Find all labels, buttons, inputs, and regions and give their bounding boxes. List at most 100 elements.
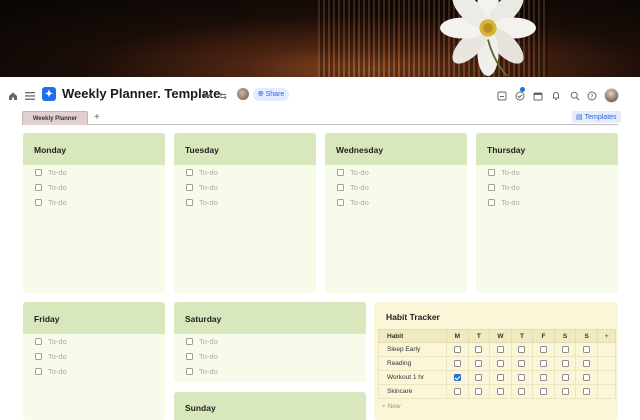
habit-checkbox[interactable] — [583, 359, 591, 367]
habit-checkbox[interactable] — [518, 387, 526, 395]
habit-checkbox[interactable] — [453, 373, 461, 381]
todo-checkbox[interactable] — [186, 338, 193, 345]
save-icon[interactable] — [495, 89, 509, 103]
todo-checkbox[interactable] — [35, 199, 42, 206]
habit-checkbox[interactable] — [583, 345, 591, 353]
new-row-button[interactable]: + New — [382, 403, 401, 410]
habit-checkbox[interactable] — [583, 387, 591, 395]
todo-item[interactable]: To-do — [174, 349, 366, 364]
habit-checkbox[interactable] — [496, 387, 504, 395]
todo-item[interactable]: To-do — [325, 180, 467, 195]
more-icon[interactable]: ••• — [200, 89, 214, 103]
user-avatar[interactable] — [604, 88, 619, 103]
todo-checkbox[interactable] — [337, 169, 344, 176]
todo-item[interactable]: To-do — [23, 195, 165, 210]
todo-text: To-do — [501, 198, 520, 207]
todo-text: To-do — [48, 352, 67, 361]
habit-cell — [510, 356, 534, 371]
todo-text: To-do — [48, 337, 67, 346]
habit-checkbox[interactable] — [561, 387, 569, 395]
todo-item[interactable]: To-do — [476, 180, 618, 195]
todo-item[interactable]: To-do — [174, 334, 366, 349]
habit-checkbox[interactable] — [518, 373, 526, 381]
todo-item[interactable]: To-do — [23, 349, 165, 364]
habit-checkbox[interactable] — [453, 345, 461, 353]
search-icon[interactable] — [568, 89, 582, 103]
todo-checkbox[interactable] — [337, 199, 344, 206]
habit-checkbox[interactable] — [583, 373, 591, 381]
todo-checkbox[interactable] — [186, 353, 193, 360]
habit-row: Workout 1 hr — [378, 370, 616, 385]
home-icon[interactable] — [6, 89, 20, 103]
habit-checkbox[interactable] — [540, 345, 548, 353]
habit-checkbox[interactable] — [453, 387, 461, 395]
add-column-icon[interactable]: + — [597, 329, 616, 343]
todo-checkbox[interactable] — [488, 199, 495, 206]
todo-checkbox[interactable] — [488, 184, 495, 191]
habit-checkbox[interactable] — [518, 359, 526, 367]
habit-checkbox[interactable] — [540, 359, 548, 367]
todo-checkbox[interactable] — [488, 169, 495, 176]
day-title: Tuesday — [174, 133, 316, 165]
habit-row: Sleep Early — [378, 342, 616, 357]
todo-checkbox[interactable] — [186, 368, 193, 375]
todo-checkbox[interactable] — [186, 169, 193, 176]
todo-item[interactable]: To-do — [476, 195, 618, 210]
todo-item[interactable]: To-do — [325, 165, 467, 180]
document-toolbar: ✦ Weekly Planner. Template ••• ⇆ 🌐︎ Shar… — [0, 84, 640, 108]
habit-checkbox[interactable] — [561, 345, 569, 353]
templates-button[interactable]: ▤ Templates — [572, 111, 621, 123]
todo-text: To-do — [199, 198, 218, 207]
add-tab-icon[interactable]: + — [94, 112, 100, 123]
habit-cell — [553, 384, 577, 399]
habit-checkbox[interactable] — [540, 373, 548, 381]
todo-item[interactable]: To-do — [174, 195, 316, 210]
todo-item[interactable]: To-do — [23, 180, 165, 195]
bell-icon[interactable] — [549, 89, 563, 103]
todo-checkbox[interactable] — [35, 169, 42, 176]
share-button[interactable]: 🌐︎ Share — [253, 88, 290, 101]
todo-checkbox[interactable] — [35, 184, 42, 191]
habit-checkbox[interactable] — [540, 387, 548, 395]
todo-checkbox[interactable] — [35, 338, 42, 345]
collaborator-avatar[interactable] — [237, 88, 249, 100]
day-title: Sunday — [174, 392, 366, 420]
habit-checkbox[interactable] — [496, 359, 504, 367]
sync-icon[interactable]: ⇆ — [216, 89, 230, 103]
todo-checkbox[interactable] — [35, 353, 42, 360]
habit-checkbox[interactable] — [475, 387, 483, 395]
habit-name: Reading — [378, 356, 447, 371]
todo-item[interactable]: To-do — [23, 364, 165, 379]
habit-checkbox[interactable] — [518, 345, 526, 353]
habit-checkbox[interactable] — [561, 373, 569, 381]
habit-checkbox[interactable] — [496, 345, 504, 353]
habit-checkbox[interactable] — [561, 359, 569, 367]
habit-checkbox[interactable] — [475, 359, 483, 367]
todo-item[interactable]: To-do — [23, 334, 165, 349]
help-icon[interactable]: ? — [585, 89, 599, 103]
day-card-thursday: Thursday To-do To-do To-do — [476, 133, 618, 293]
todo-item[interactable]: To-do — [476, 165, 618, 180]
todo-item[interactable]: To-do — [325, 195, 467, 210]
todo-item[interactable]: To-do — [174, 180, 316, 195]
todo-checkbox[interactable] — [35, 368, 42, 375]
habit-cell — [467, 342, 491, 357]
todo-checkbox[interactable] — [337, 184, 344, 191]
column-header: T — [510, 329, 534, 343]
habit-cell — [467, 384, 491, 399]
column-header: Habit — [378, 329, 447, 343]
todo-item[interactable]: To-do — [174, 364, 366, 379]
habit-checkbox[interactable] — [475, 373, 483, 381]
habit-cell — [553, 370, 577, 385]
todo-checkbox[interactable] — [186, 184, 193, 191]
todo-checkbox[interactable] — [186, 199, 193, 206]
menu-icon[interactable] — [23, 89, 37, 103]
tab-weekly-planner[interactable]: Weekly Planner — [22, 111, 88, 125]
habit-checkbox[interactable] — [496, 373, 504, 381]
habit-checkbox[interactable] — [475, 345, 483, 353]
calendar-icon[interactable] — [531, 89, 545, 103]
habit-checkbox[interactable] — [453, 359, 461, 367]
day-title: Saturday — [174, 302, 366, 334]
todo-item[interactable]: To-do — [23, 165, 165, 180]
todo-item[interactable]: To-do — [174, 165, 316, 180]
